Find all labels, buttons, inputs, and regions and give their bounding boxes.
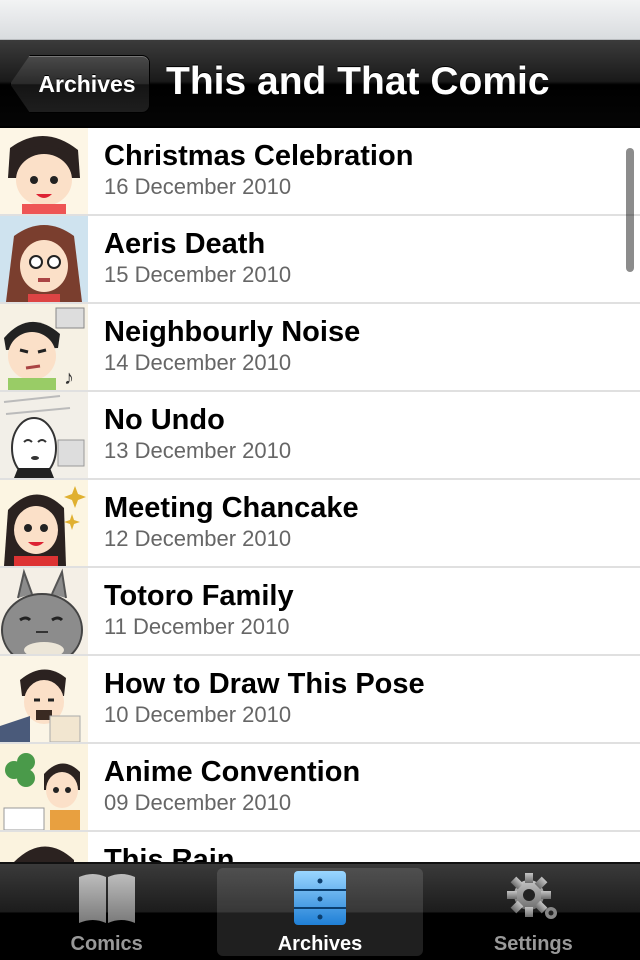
tab-label: Archives	[277, 933, 363, 955]
comic-list[interactable]: Christmas Celebration 16 December 2010 A…	[0, 128, 640, 862]
comic-date: 16 December 2010	[104, 174, 292, 199]
comic-thumbnail	[0, 216, 88, 302]
comic-date: 13 December 2010	[104, 438, 292, 463]
back-button[interactable]: Archives	[10, 55, 150, 113]
svg-text:♪: ♪	[64, 367, 74, 389]
list-item[interactable]: Totoro Family 11 December 2010	[0, 568, 640, 656]
comic-thumbnail	[0, 832, 88, 862]
list-item[interactable]: No Undo 13 December 2010	[0, 392, 640, 480]
navigation-bar: Archives This and That Comic	[0, 40, 640, 128]
comic-thumbnail	[0, 744, 88, 830]
gear-icon	[501, 869, 565, 927]
list-item[interactable]: This Rain	[0, 832, 640, 862]
tab-label: Settings	[493, 933, 573, 955]
comic-date: 10 December 2010	[104, 702, 292, 727]
tab-label: Comics	[70, 933, 143, 955]
tab-comics[interactable]: Comics	[0, 864, 213, 960]
tab-bar: Comics Archives Settings	[0, 862, 640, 960]
tab-settings[interactable]: Settings	[427, 864, 640, 960]
comic-thumbnail	[0, 480, 88, 566]
comic-thumbnail	[0, 392, 88, 478]
comic-date: 14 December 2010	[104, 350, 292, 375]
tab-archives[interactable]: Archives	[213, 864, 426, 960]
comic-thumbnail	[0, 656, 88, 742]
list-item[interactable]: How to Draw This Pose 10 December 2010	[0, 656, 640, 744]
comic-date: 12 December 2010	[104, 526, 292, 551]
comic-title: This Rain	[104, 844, 235, 862]
comic-date: 15 December 2010	[104, 262, 292, 287]
comic-thumbnail: ♪	[0, 304, 88, 390]
comic-title: Meeting Chancake	[104, 492, 359, 524]
comic-title: Christmas Celebration	[104, 140, 414, 172]
scroll-indicator[interactable]	[626, 148, 634, 272]
comic-thumbnail	[0, 568, 88, 654]
back-button-label: Archives	[38, 70, 136, 97]
comic-date: 11 December 2010	[104, 614, 290, 639]
comic-thumbnail	[0, 128, 88, 214]
comic-title: No Undo	[104, 404, 225, 436]
comic-title: Neighbourly Noise	[104, 316, 361, 348]
list-item[interactable]: ♪ Neighbourly Noise 14 December 2010	[0, 304, 640, 392]
list-item[interactable]: Anime Convention 09 December 2010	[0, 744, 640, 832]
archive-drawer-icon	[288, 869, 352, 927]
comic-date: 09 December 2010	[104, 790, 292, 815]
book-icon	[75, 869, 139, 927]
list-item[interactable]: Aeris Death 15 December 2010	[0, 216, 640, 304]
page-title: This and That Comic	[166, 60, 550, 103]
comic-title: Anime Convention	[104, 756, 361, 788]
comic-title: Aeris Death	[104, 228, 266, 260]
status-bar	[0, 0, 640, 40]
comic-title: Totoro Family	[104, 580, 294, 612]
comic-title: How to Draw This Pose	[104, 668, 425, 700]
list-item[interactable]: Christmas Celebration 16 December 2010	[0, 128, 640, 216]
list-item[interactable]: Meeting Chancake 12 December 2010	[0, 480, 640, 568]
